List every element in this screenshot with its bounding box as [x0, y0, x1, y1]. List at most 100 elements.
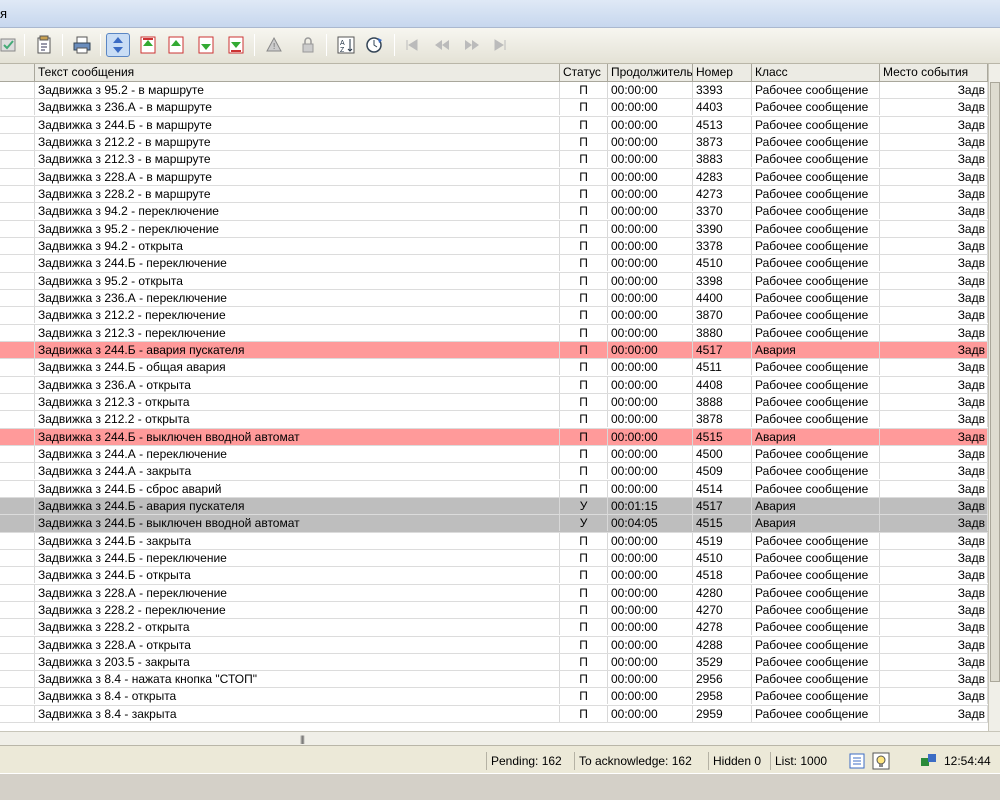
next-page-icon[interactable]	[194, 33, 218, 57]
column-header-status[interactable]: Статус	[560, 64, 608, 82]
table-row[interactable]: Задвижка з 95.2 - в маршруте П 00:00:00 339…	[0, 82, 988, 100]
table-row[interactable]: Задвижка з 228.2 - переключение П 00:00:00…	[0, 601, 988, 620]
table-row[interactable]: Задвижка з 212.3 - открыта П 00:00:00 3888 Р…	[0, 393, 988, 412]
table-row[interactable]: Задвижка з 212.2 - открыта П 00:00:00 3878 Р…	[0, 411, 988, 429]
lock-icon[interactable]	[296, 33, 320, 57]
table-row[interactable]: Задвижка з 244.Б - сброс аварий П 00:00:00…	[0, 480, 988, 498]
status-cell: П	[560, 393, 608, 410]
number-cell: 4510	[693, 255, 752, 272]
properties-icon[interactable]	[32, 33, 56, 57]
table-row[interactable]: Задвижка з 244.Б - авария пускателя У 00:0…	[0, 497, 988, 516]
column-header-duration[interactable]: Продолжительность	[608, 64, 693, 82]
first-page-icon[interactable]	[136, 33, 160, 57]
number-cell: 2956	[693, 671, 752, 688]
nav-next-icon[interactable]	[460, 33, 484, 57]
table-row[interactable]: Задвижка з 244.Б - переключение П 00:00:00…	[0, 255, 988, 273]
duration-cell: 00:00:00	[608, 549, 693, 566]
table-row[interactable]: Задвижка з 8.4 - нажата кнопка "СТОП" П 00…	[0, 671, 988, 689]
check-list-icon[interactable]	[0, 33, 20, 57]
table-row[interactable]: Задвижка з 212.2 - переключение П 00:00:00…	[0, 307, 988, 325]
place-cell: Задв	[880, 237, 988, 254]
scrollbar-grip-icon[interactable]: |||	[300, 734, 305, 744]
table-row[interactable]: Задвижка з 244.А - закрыта П 00:00:00 4509 Р…	[0, 463, 988, 481]
table-row[interactable]: Задвижка з 244.Б - открыта П 00:00:00 4518 Р…	[0, 567, 988, 585]
class-cell: Рабочее сообщение	[752, 393, 880, 410]
class-cell: Рабочее сообщение	[752, 220, 880, 237]
number-cell: 4400	[693, 289, 752, 306]
table-row[interactable]: Задвижка з 236.А - переключение П 00:00:00…	[0, 289, 988, 308]
message-text: Задвижка з 203.5 - закрыта	[35, 653, 560, 670]
table-row[interactable]: Задвижка з 244.Б - выключен вводной авто…	[0, 428, 988, 446]
class-cell: Рабочее сообщение	[752, 151, 880, 168]
bulb-icon[interactable]	[872, 752, 890, 770]
status-cell: П	[560, 411, 608, 428]
previous-page-icon[interactable]	[164, 33, 188, 57]
time-jump-icon[interactable]	[362, 33, 386, 57]
table-row[interactable]: Задвижка з 244.А - переключение П 00:00:00…	[0, 445, 988, 464]
last-page-icon[interactable]	[224, 33, 248, 57]
table-row[interactable]: Задвижка з 244.Б - закрыта П 00:00:00 4519 Р…	[0, 532, 988, 550]
horizontal-scrollbar[interactable]: |||	[0, 731, 1000, 745]
class-cell: Рабочее сообщение	[752, 272, 880, 289]
row-marker	[0, 359, 35, 376]
table-row[interactable]: Задвижка з 8.4 - закрыта П 00:00:00 2959 Раб…	[0, 705, 988, 724]
autoscroll-icon[interactable]	[106, 33, 130, 57]
table-row[interactable]: Задвижка з 212.3 - в маршруте П 00:00:00 38…	[0, 151, 988, 169]
table-row[interactable]: Задвижка з 94.2 - открыта П 00:00:00 3378 Ра…	[0, 237, 988, 256]
table-row[interactable]: Задвижка з 228.2 - открыта П 00:00:00 4278 Р…	[0, 619, 988, 637]
column-header-class[interactable]: Класс	[752, 64, 880, 82]
table-row[interactable]: Задвижка з 212.2 - в маршруте П 00:00:00 38…	[0, 133, 988, 152]
alarm-bell-icon[interactable]: !	[262, 33, 286, 57]
duration-cell: 00:00:00	[608, 359, 693, 376]
number-cell: 4280	[693, 584, 752, 601]
duration-cell: 00:00:00	[608, 255, 693, 272]
place-cell: Задв	[880, 619, 988, 636]
message-text: Задвижка з 244.Б - переключение	[35, 255, 560, 272]
duration-cell: 00:00:00	[608, 133, 693, 150]
class-cell: Рабочее сообщение	[752, 82, 880, 98]
place-cell: Задв	[880, 133, 988, 150]
number-cell: 4511	[693, 359, 752, 376]
status-cell: П	[560, 567, 608, 584]
table-row[interactable]: Задвижка з 203.5 - закрыта П 00:00:00 3529 Р…	[0, 653, 988, 672]
vertical-scrollbar[interactable]	[988, 64, 1000, 731]
message-text: Задвижка з 8.4 - закрыта	[35, 705, 560, 722]
print-icon[interactable]	[70, 33, 94, 57]
nav-prev-icon[interactable]	[430, 33, 454, 57]
duration-cell: 00:01:15	[608, 497, 693, 514]
scrollbar-thumb[interactable]	[990, 82, 1000, 682]
row-marker	[0, 99, 35, 116]
sort-icon[interactable]: AZ	[334, 33, 358, 57]
class-cell: Рабочее сообщение	[752, 203, 880, 220]
table-row[interactable]: Задвижка з 228.А - открыта П 00:00:00 4288 Р…	[0, 636, 988, 654]
duration-cell: 00:00:00	[608, 82, 693, 98]
column-header-place[interactable]: Место события	[880, 64, 988, 82]
list-view-icon[interactable]	[848, 752, 866, 770]
table-row[interactable]: Задвижка з 95.2 - открыта П 00:00:00 3398 Ра…	[0, 272, 988, 290]
table-row[interactable]: Задвижка з 244.Б - авария пускателя П 00:0…	[0, 341, 988, 360]
class-cell: Рабочее сообщение	[752, 376, 880, 393]
table-row[interactable]: Задвижка з 228.А - переключение П 00:00:00…	[0, 584, 988, 602]
table-row[interactable]: Задвижка з 212.3 - переключение П 00:00:00…	[0, 324, 988, 342]
table-row[interactable]: Задвижка з 244.Б - в маршруте П 00:00:00 45…	[0, 116, 988, 134]
column-header-marker[interactable]	[0, 64, 35, 82]
nav-last-icon[interactable]	[488, 33, 512, 57]
number-cell: 3880	[693, 324, 752, 341]
table-row[interactable]: Задвижка з 95.2 - переключение П 00:00:00 3…	[0, 220, 988, 238]
table-row[interactable]: Задвижка з 244.Б - переключение П 00:00:00…	[0, 549, 988, 568]
table-row[interactable]: Задвижка з 94.2 - переключение П 00:00:00 3…	[0, 203, 988, 221]
status-cell: П	[560, 82, 608, 98]
table-row[interactable]: Задвижка з 244.Б - выключен вводной авто…	[0, 515, 988, 533]
nav-first-icon[interactable]	[400, 33, 424, 57]
table-row[interactable]: Задвижка з 228.А - в маршруте П 00:00:00 42…	[0, 168, 988, 186]
column-header-text[interactable]: Текст сообщения	[35, 64, 560, 82]
row-marker	[0, 116, 35, 133]
table-row[interactable]: Задвижка з 244.Б - общая авария П 00:00:00…	[0, 359, 988, 377]
column-header-number[interactable]: Номер	[693, 64, 752, 82]
table-row[interactable]: Задвижка з 236.А - в маршруте П 00:00:00 44…	[0, 99, 988, 117]
status-cell: П	[560, 99, 608, 116]
table-row[interactable]: Задвижка з 228.2 - в маршруте П 00:00:00 42…	[0, 185, 988, 204]
table-row[interactable]: Задвижка з 236.А - открыта П 00:00:00 4408 Р…	[0, 376, 988, 394]
table-row[interactable]: Задвижка з 8.4 - открыта П 00:00:00 2958 Раб…	[0, 688, 988, 706]
row-marker	[0, 168, 35, 185]
